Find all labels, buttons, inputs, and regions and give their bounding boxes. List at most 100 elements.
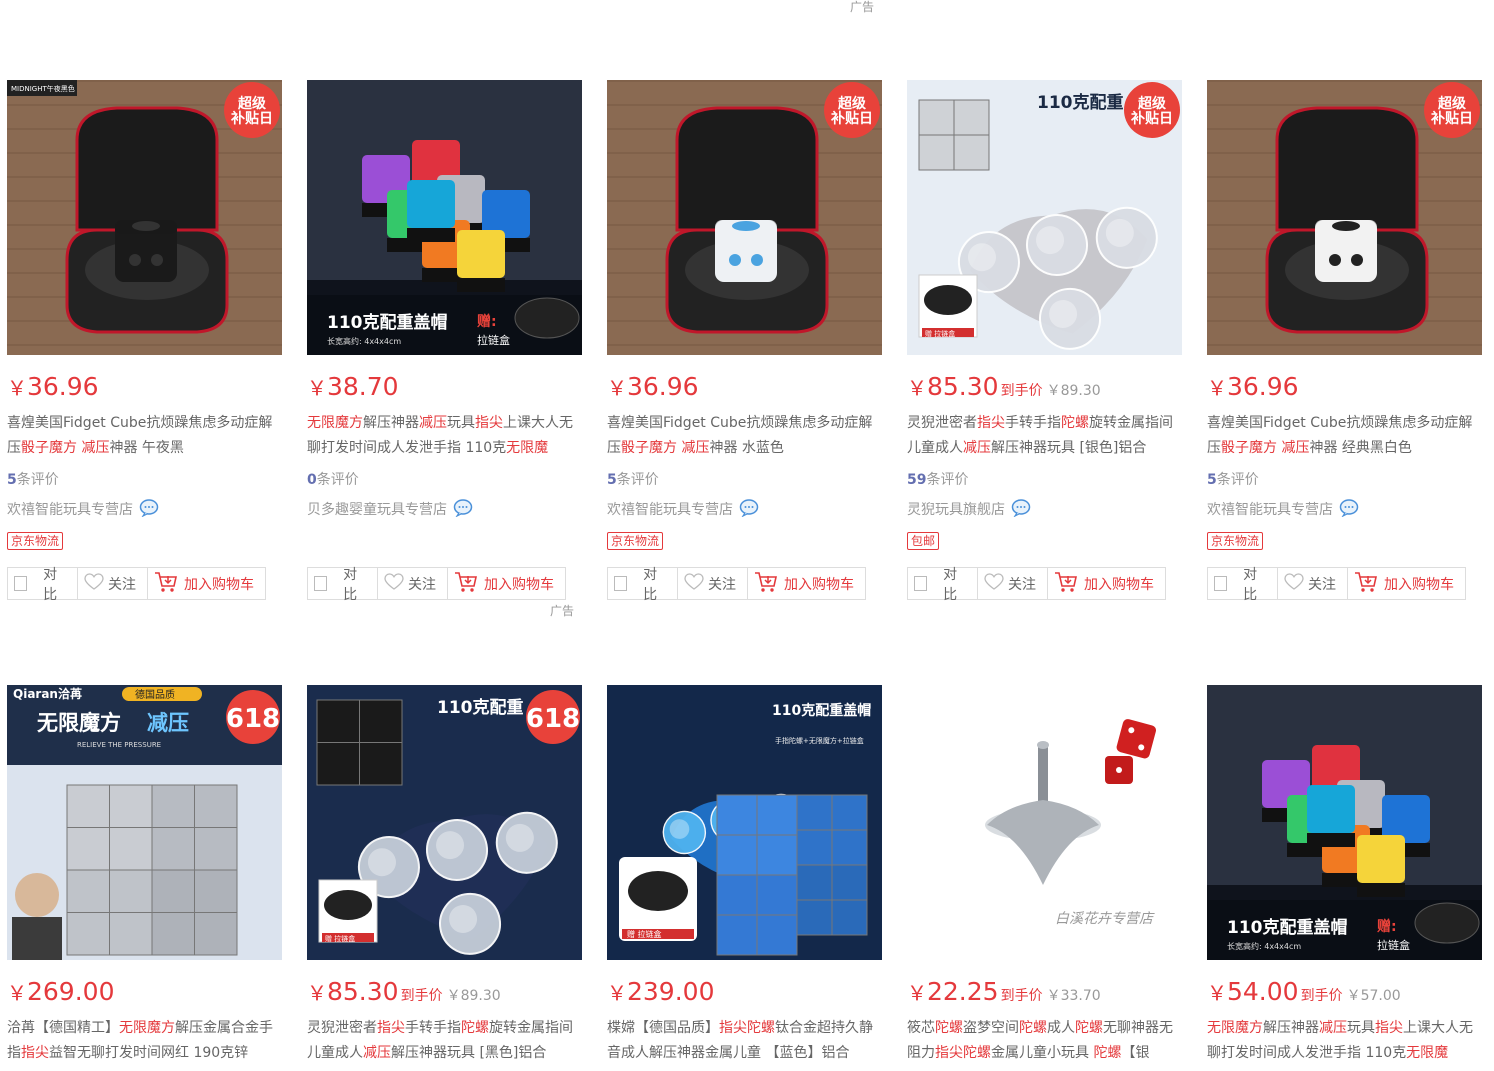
svg-text:超级: 超级 <box>237 95 267 112</box>
checkbox[interactable] <box>614 576 628 591</box>
product-image-spinning-top[interactable]: 白溪花卉专营店 <box>907 685 1182 960</box>
original-price: ￥33.70 <box>1046 988 1101 1004</box>
svg-text:长宽高约: 4x4x4cm: 长宽高约: 4x4x4cm <box>1227 941 1301 951</box>
action-bar: 对比 关注 加入购物车 <box>7 567 266 603</box>
svg-text:Qiaran洽苒: Qiaran洽苒 <box>13 686 82 701</box>
svg-text:RELIEVE THE PRESSURE: RELIEVE THE PRESSURE <box>77 741 161 749</box>
svg-text:赠 拉链盒: 赠 拉链盒 <box>925 329 955 338</box>
product-image-spinner-blue-cube[interactable]: 110克配重盖帽 手指陀螺+无限魔方+拉链盒赠 拉链盒 <box>607 685 882 960</box>
svg-text:长宽高约: 4x4x4cm: 长宽高约: 4x4x4cm <box>327 336 401 346</box>
add-to-cart-button[interactable]: 加入购物车 <box>448 568 565 599</box>
add-to-cart-button[interactable]: 加入购物车 <box>1348 568 1465 599</box>
product-image-cube-black-case[interactable]: 超级 补贴日 MIDNIGHT午夜黑色 <box>7 80 282 355</box>
original-price: ￥89.30 <box>446 988 501 1004</box>
follow-button[interactable]: 关注 <box>378 568 448 599</box>
compare-button[interactable]: 对比 <box>908 567 978 603</box>
svg-text:赠:: 赠: <box>477 313 497 330</box>
service-badge: 京东物流 <box>1207 532 1264 550</box>
action-bar: 对比 关注 加入购物车 <box>1207 567 1466 603</box>
heart-icon <box>84 572 108 595</box>
product-title-link[interactable]: 楪嫦【德国品质】指尖陀螺钛合金超持久静音成人解压神器金属儿童 【蓝色】铝合 <box>607 1016 882 1066</box>
checkbox[interactable] <box>14 576 28 591</box>
product-image-spinner-silver[interactable]: 110克配重 超级 补贴日赠 拉链盒 <box>907 80 1182 355</box>
original-price: ￥57.00 <box>1346 988 1401 1004</box>
product-image-infinity-cube-silver[interactable]: Qiaran洽苒 德国品质 无限魔方 减压 RELIEVE THE PRESSURE 61… <box>7 685 282 960</box>
svg-text:110克配重: 110克配重 <box>437 697 524 718</box>
product-price: ￥85.30 <box>907 372 999 401</box>
add-to-cart-button[interactable]: 加入购物车 <box>748 568 865 599</box>
product-title-link[interactable]: 无限魔方解压神器减压玩具指尖上课大人无聊打发时间成人发泄手指 110克无限魔 <box>1207 1016 1482 1066</box>
product-title-link[interactable]: 无限魔方解压神器减压玩具指尖上课大人无聊打发时间成人发泄手指 110克无限魔 <box>307 411 582 461</box>
chat-icon[interactable] <box>139 499 159 521</box>
svg-text:无限魔方: 无限魔方 <box>37 711 121 735</box>
svg-text:补贴日: 补贴日 <box>1430 110 1473 127</box>
chat-icon[interactable] <box>453 499 473 521</box>
svg-text:110克配重盖帽: 110克配重盖帽 <box>1227 917 1348 938</box>
product-image-infinity-cube-colorful[interactable]: 110克配重盖帽 长宽高约: 4x4x4cm 赠: 拉链盒 <box>307 80 582 355</box>
shop-link[interactable]: 欢禧智能玩具专营店 <box>7 499 159 521</box>
svg-text:110克配重盖帽: 110克配重盖帽 <box>327 312 448 333</box>
cart-icon <box>154 571 184 597</box>
shop-link[interactable]: 欢禧智能玩具专营店 <box>1207 499 1359 521</box>
product-title-link[interactable]: 灵猊泄密者指尖手转手指陀螺旋转金属指间儿童成人减压解压神器玩具 [银色]铝合 <box>907 411 1182 461</box>
review-count[interactable]: 0条评价 <box>307 469 359 489</box>
shop-link[interactable]: 灵猊玩具旗舰店 <box>907 499 1031 521</box>
cart-icon <box>1054 571 1084 597</box>
compare-button[interactable]: 对比 <box>8 567 78 603</box>
follow-button[interactable]: 关注 <box>1278 568 1348 599</box>
svg-text:赠 拉链盒: 赠 拉链盒 <box>627 929 662 939</box>
product-price: ￥239.00 <box>607 977 715 1006</box>
action-bar: 对比 关注 加入购物车 <box>607 567 866 603</box>
review-count[interactable]: 59条评价 <box>907 469 968 489</box>
svg-text:补贴日: 补贴日 <box>830 110 873 127</box>
svg-text:超级: 超级 <box>837 95 867 112</box>
review-count[interactable]: 5条评价 <box>7 469 59 489</box>
svg-text:618: 618 <box>226 704 280 734</box>
product-title-link[interactable]: 灵猊泄密者指尖手转手指陀螺旋转金属指间儿童成人减压解压神器玩具 [黑色]铝合 <box>307 1016 582 1066</box>
shop-link[interactable]: 欢禧智能玩具专营店 <box>607 499 759 521</box>
product-price: ￥36.96 <box>607 372 699 401</box>
follow-button[interactable]: 关注 <box>678 568 748 599</box>
add-to-cart-button[interactable]: 加入购物车 <box>1048 568 1165 599</box>
product-title-link[interactable]: 筱芯陀螺盗梦空间陀螺成人陀螺无聊神器无阻力指尖陀螺金属儿童小玩具 陀螺【银 <box>907 1016 1182 1066</box>
cart-icon <box>1354 571 1384 597</box>
ad-label: 广告 <box>550 604 575 618</box>
checkbox[interactable] <box>914 576 928 591</box>
product-title-link[interactable]: 喜煌美国Fidget Cube抗烦躁焦虑多动症解压骰子魔方 减压神器 经典黑白色 <box>1207 411 1482 461</box>
compare-button[interactable]: 对比 <box>1208 567 1278 603</box>
product-title-link[interactable]: 洽苒【德国精工】无限魔方解压金属合金手指指尖益智无聊打发时间网红 190克锌 <box>7 1016 282 1066</box>
svg-text:赠 拉链盒: 赠 拉链盒 <box>325 934 355 943</box>
compare-button[interactable]: 对比 <box>308 567 378 603</box>
heart-icon <box>1284 572 1308 595</box>
follow-button[interactable]: 关注 <box>78 568 148 599</box>
to-hand-label: 到手价 <box>1000 383 1043 399</box>
product-image-spinner-dark-blue[interactable]: 110克配重 618 赠 拉链盒 <box>307 685 582 960</box>
svg-text:减压: 减压 <box>147 711 189 735</box>
chat-icon[interactable] <box>739 499 759 521</box>
product-image-cube-blue-case[interactable]: 超级 补贴日 <box>607 80 882 355</box>
svg-text:110克配重: 110克配重 <box>1037 92 1124 113</box>
chat-icon[interactable] <box>1339 499 1359 521</box>
follow-button[interactable]: 关注 <box>978 568 1048 599</box>
checkbox[interactable] <box>1214 576 1228 591</box>
cart-icon <box>454 571 484 597</box>
product-image-cube-white-case[interactable]: 超级 补贴日 <box>1207 80 1482 355</box>
to-hand-label: 到手价 <box>1300 988 1343 1004</box>
review-count[interactable]: 5条评价 <box>1207 469 1259 489</box>
ad-label-top: 广告 <box>850 0 875 14</box>
svg-text:超级: 超级 <box>1437 95 1467 112</box>
chat-icon[interactable] <box>1011 499 1031 521</box>
product-price: ￥36.96 <box>1207 372 1299 401</box>
svg-text:白溪花卉专营店: 白溪花卉专营店 <box>1055 911 1155 927</box>
review-count[interactable]: 5条评价 <box>607 469 659 489</box>
svg-text:110克配重盖帽: 110克配重盖帽 <box>772 702 871 719</box>
svg-text:赠:: 赠: <box>1377 918 1397 935</box>
add-to-cart-button[interactable]: 加入购物车 <box>148 568 265 599</box>
checkbox[interactable] <box>314 576 328 591</box>
compare-button[interactable]: 对比 <box>608 567 678 603</box>
svg-text:MIDNIGHT午夜黑色: MIDNIGHT午夜黑色 <box>11 84 75 93</box>
shop-link[interactable]: 贝多趣婴童玩具专营店 <box>307 499 473 521</box>
product-image-infinity-cube-colorful[interactable]: 110克配重盖帽 长宽高约: 4x4x4cm 赠: 拉链盒 <box>1207 685 1482 960</box>
product-title-link[interactable]: 喜煌美国Fidget Cube抗烦躁焦虑多动症解压骰子魔方 减压神器 水蓝色 <box>607 411 882 461</box>
product-title-link[interactable]: 喜煌美国Fidget Cube抗烦躁焦虑多动症解压骰子魔方 减压神器 午夜黑 <box>7 411 282 461</box>
